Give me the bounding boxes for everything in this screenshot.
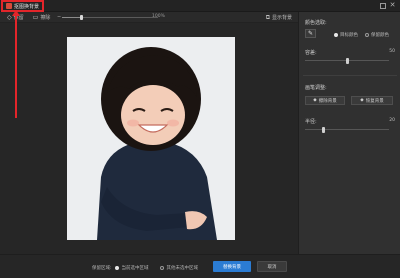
target-color-option[interactable]: 目标颜色 [334, 32, 358, 38]
background-toggle-label: 显示背景 [271, 15, 292, 21]
brush-size-slider-thumb[interactable] [322, 127, 326, 133]
erase-tool-label: 擦除 [40, 14, 51, 21]
selected-area-radio[interactable] [114, 265, 119, 270]
selected-area-label[interactable]: 当前选中区域 [122, 265, 149, 271]
erase-brush-icon: ◆ [313, 98, 317, 103]
zoom-slider-thumb[interactable] [80, 15, 84, 20]
erase-background-button[interactable]: ◆ 擦除背景 [305, 96, 345, 105]
zoom-out-icon[interactable]: − [57, 14, 61, 20]
restore-background-button[interactable]: ◆ 恢复背景 [351, 96, 393, 105]
restore-background-label: 恢复背景 [365, 98, 384, 104]
toolbar: ◇ 保留 ▭ 擦除 − 100% ⧉ 显示背景 [0, 12, 298, 23]
tolerance-label: 容差: [305, 50, 317, 56]
keep-area-group: 保留区域: 当前选中区域 其他未选中区域 [92, 263, 198, 272]
tolerance-slider[interactable] [305, 58, 389, 64]
zoom-slider-fill [62, 17, 82, 18]
brush-adjust-title: 画笔调整: [305, 85, 327, 91]
brush-size-label: 半径: [305, 119, 317, 125]
target-color-label: 目标颜色 [340, 33, 358, 38]
other-area-radio[interactable] [159, 265, 164, 270]
target-color-radio[interactable] [334, 33, 338, 37]
keep-color-option[interactable]: 保留颜色 [365, 32, 389, 38]
tolerance-slider-thumb[interactable] [346, 58, 349, 64]
keep-brush-icon: ◇ [7, 13, 12, 21]
show-background-toggle[interactable]: ⧉ 显示背景 [266, 12, 292, 23]
other-area-label[interactable]: 其他未选中区域 [167, 265, 199, 271]
photo-preview[interactable] [67, 37, 235, 240]
window-title: 抠图换背景 [14, 3, 40, 10]
annotation-arrow-shaft [15, 14, 17, 118]
pick-color-title: 颜色选取: [305, 20, 327, 26]
keep-area-label: 保留区域: [92, 265, 112, 271]
app-logo-icon [6, 3, 12, 9]
maximize-button[interactable] [380, 3, 386, 9]
window-title-highlighted: 抠图换背景 [1, 0, 45, 12]
brush-size-slider[interactable] [305, 127, 389, 133]
title-bar: 抠图换背景 ✕ [0, 0, 400, 12]
close-button[interactable]: ✕ [389, 2, 396, 9]
eraser-icon: ▭ [32, 13, 39, 21]
erase-tool-button[interactable]: ▭ 擦除 [33, 14, 51, 21]
child-photo-illustration [67, 37, 235, 240]
image-canvas[interactable] [0, 23, 298, 254]
tolerance-value: 50 [389, 49, 395, 54]
background-toggle-icon: ⧉ [265, 13, 270, 21]
panel-divider [303, 75, 397, 76]
bottom-bar: 保留区域: 当前选中区域 其他未选中区域 替换背景 取消 [0, 254, 400, 278]
eyedropper-icon: ✎ [307, 30, 314, 37]
settings-panel: 颜色选取: ✎ 目标颜色 保留颜色 容差: 50 画笔调整: ◆ 擦除背景 ◆ … [298, 12, 400, 254]
brush-size-value: 20 [389, 118, 395, 123]
keep-color-radio[interactable] [365, 33, 369, 37]
replace-background-button[interactable]: 替换背景 [213, 261, 251, 272]
zoom-value: 100% [152, 14, 165, 19]
restore-brush-icon: ◆ [360, 98, 364, 103]
eyedropper-button[interactable]: ✎ [305, 29, 316, 38]
keep-color-label: 保留颜色 [371, 33, 389, 38]
erase-background-label: 擦除背景 [318, 98, 337, 104]
cancel-button[interactable]: 取消 [257, 261, 287, 272]
